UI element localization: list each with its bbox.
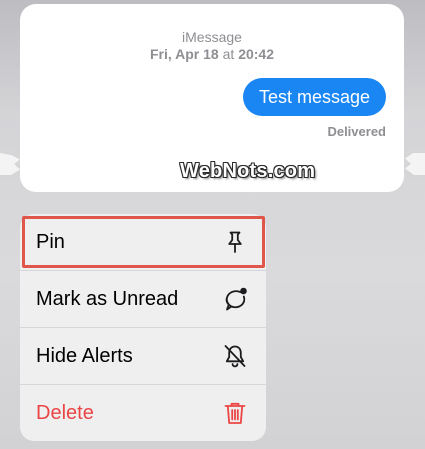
pin-icon	[228, 231, 242, 253]
sent-message-bubble[interactable]: Test message	[242, 78, 386, 116]
menu-item-mark-as-unread-label: Mark as Unread	[36, 288, 179, 310]
watermark-logo: WebNots.com	[180, 160, 316, 182]
bell-slash-icon	[224, 345, 246, 368]
service-label: iMessage	[182, 29, 242, 45]
timestamp-time: 20:42	[238, 46, 274, 62]
menu-item-mark-as-unread[interactable]: Mark as Unread	[20, 270, 266, 326]
menu-item-pin-label: Pin	[36, 231, 65, 253]
menu-item-delete[interactable]: Delete	[20, 384, 266, 440]
menu-item-pin[interactable]: Pin	[20, 214, 266, 270]
context-menu: Pin Mark as Unread Hide Alerts Delete	[20, 214, 266, 441]
timestamp-at: at	[222, 46, 235, 62]
trash-icon	[224, 402, 246, 424]
menu-item-delete-label: Delete	[36, 402, 94, 424]
unread-bubble-icon	[225, 287, 247, 311]
menu-item-hide-alerts[interactable]: Hide Alerts	[20, 327, 266, 383]
message-timestamp: Fri, Apr 18 at 20:42	[20, 46, 404, 62]
menu-item-hide-alerts-label: Hide Alerts	[36, 345, 133, 367]
delivered-status: Delivered	[327, 124, 386, 139]
timestamp-date: Fri, Apr 18	[149, 46, 219, 62]
